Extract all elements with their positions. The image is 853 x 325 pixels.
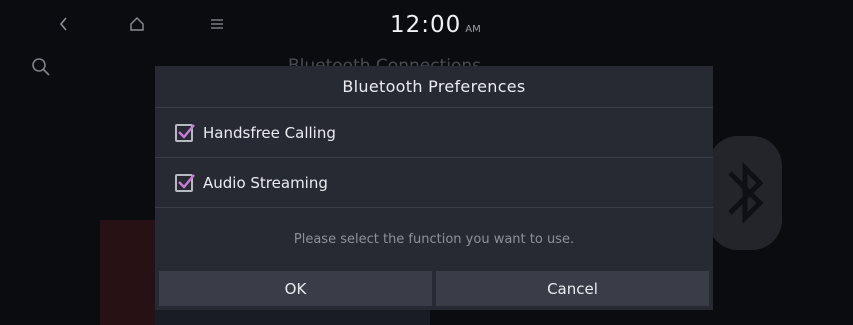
clock: 12:00 AM: [390, 12, 481, 38]
dialog-message: Please select the function you want to u…: [293, 232, 575, 247]
option-label: Handsfree Calling: [203, 123, 336, 142]
clock-ampm: AM: [465, 24, 481, 35]
background-panel: [100, 220, 155, 325]
search-icon: [32, 58, 50, 76]
preferences-dialog: Bluetooth Preferences Handsfree Calling …: [155, 66, 713, 310]
home-icon: [130, 17, 144, 31]
menu-button[interactable]: [202, 10, 232, 38]
status-bar: 12:00 AM: [0, 0, 853, 50]
checkmark-icon: [178, 173, 195, 189]
dialog-buttons: OK Cancel: [159, 271, 709, 306]
cancel-button[interactable]: Cancel: [436, 271, 709, 306]
option-handsfree-calling[interactable]: Handsfree Calling: [155, 108, 713, 158]
ok-button[interactable]: OK: [159, 271, 432, 306]
back-button[interactable]: [49, 10, 79, 38]
checkmark-icon: [178, 123, 195, 139]
chevron-left-icon: [59, 17, 67, 31]
search-button[interactable]: [30, 56, 56, 82]
option-label: Audio Streaming: [203, 173, 328, 192]
audio-streaming-checkbox[interactable]: [175, 173, 195, 192]
handsfree-checkbox[interactable]: [175, 123, 195, 142]
home-button[interactable]: [122, 10, 152, 38]
clock-time: 12:00: [390, 12, 462, 38]
bluetooth-icon: [708, 136, 782, 250]
menu-icon: [211, 19, 223, 29]
option-audio-streaming[interactable]: Audio Streaming: [155, 158, 713, 208]
dialog-title: Bluetooth Preferences: [155, 66, 713, 108]
